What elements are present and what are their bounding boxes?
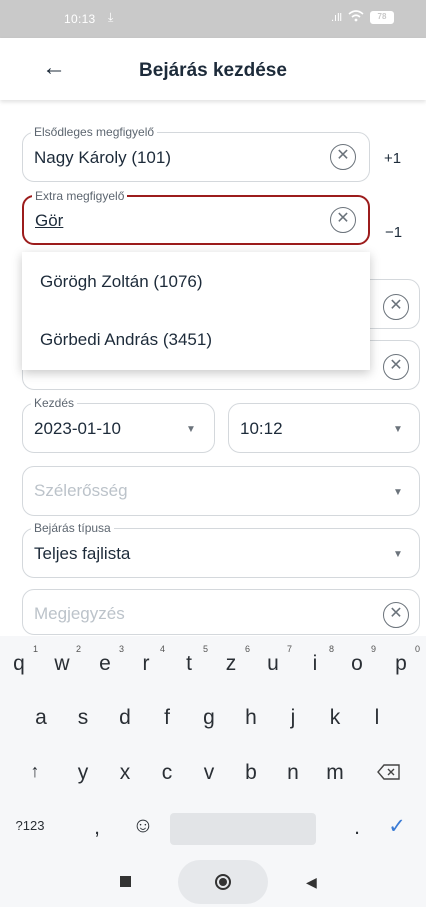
start-time-field[interactable]: 10:12 ▼	[228, 403, 420, 453]
start-date-field[interactable]: Kezdés 2023-01-10 ▼	[22, 396, 215, 453]
clear-field-3-icon[interactable]: ✕	[383, 294, 409, 320]
key-i[interactable]: i8	[302, 644, 334, 676]
primary-observer-value: Nagy Károly (101)	[34, 148, 172, 167]
wifi-icon	[348, 10, 364, 25]
key-u[interactable]: u7	[260, 644, 292, 676]
chevron-down-icon: ▼	[393, 424, 403, 435]
key-h[interactable]: h	[238, 706, 264, 730]
clear-field-4-icon[interactable]: ✕	[383, 354, 409, 380]
emoji-icon[interactable]: ☺	[130, 814, 156, 838]
key-a[interactable]: a	[28, 706, 54, 730]
keyboard-row-4: ?123 , ☺ . ✓	[0, 804, 426, 856]
home-icon	[215, 874, 231, 890]
suggestion-dropdown: Görögh Zoltán (1076) Görbedi András (345…	[22, 252, 370, 370]
keyboard-row-2: a s d f g h j k l	[0, 694, 426, 734]
note-placeholder: Megjegyzés	[34, 604, 125, 623]
key-q[interactable]: q1	[6, 644, 38, 676]
key-k[interactable]: k	[322, 706, 348, 730]
key-d[interactable]: d	[112, 706, 138, 730]
key-e[interactable]: e3	[92, 644, 124, 676]
add-observer-button[interactable]: +1	[384, 150, 401, 167]
extra-observer-field[interactable]: Extra megfigyelő Gör ✕	[22, 189, 370, 245]
key-l[interactable]: l	[364, 706, 390, 730]
suggestion-item[interactable]: Görbedi András (3451)	[40, 330, 212, 350]
clear-note-icon[interactable]: ✕	[383, 602, 409, 628]
extra-observer-label: Extra megfigyelő	[32, 189, 128, 203]
start-label: Kezdés	[31, 396, 78, 410]
key-g[interactable]: g	[196, 706, 222, 730]
start-date-value: 2023-01-10	[34, 419, 121, 438]
symbols-key[interactable]: ?123	[8, 818, 52, 833]
space-bar[interactable]	[170, 813, 316, 845]
key-c[interactable]: c	[154, 761, 180, 785]
home-button[interactable]	[178, 860, 268, 904]
remove-observer-button[interactable]: −1	[385, 224, 402, 241]
key-w[interactable]: w2	[49, 644, 81, 676]
key-z[interactable]: z6	[218, 644, 250, 676]
key-s[interactable]: s	[70, 706, 96, 730]
extra-observer-input[interactable]: Gör	[35, 211, 63, 231]
back-icon[interactable]: ◀	[306, 874, 317, 891]
clear-primary-observer-icon[interactable]: ✕	[330, 144, 356, 170]
key-b[interactable]: b	[238, 761, 264, 785]
status-icons: .ıll 78	[331, 10, 394, 25]
keyboard-row-3: ↑ y x c v b n m	[0, 749, 426, 789]
key-x[interactable]: x	[112, 761, 138, 785]
comma-key[interactable]: ,	[84, 816, 110, 840]
status-time: 10:13	[64, 12, 96, 26]
key-r[interactable]: r4	[133, 644, 166, 676]
survey-type-value: Teljes fajlista	[34, 544, 131, 563]
backspace-icon[interactable]	[372, 762, 406, 786]
key-o[interactable]: o9	[344, 644, 376, 676]
app-bar: ← Bejárás kezdése	[0, 38, 426, 100]
key-f[interactable]: f	[154, 706, 180, 730]
survey-type-select[interactable]: Bejárás típusa Teljes fajlista ▼	[22, 521, 420, 578]
key-y[interactable]: y	[70, 761, 96, 785]
status-bar: 10:13 ⤓ .ıll 78	[0, 0, 426, 38]
primary-observer-field[interactable]: Elsődleges megfigyelő Nagy Károly (101) …	[22, 125, 370, 182]
wind-strength-select[interactable]: Szélerősség ▼	[22, 466, 420, 516]
key-m[interactable]: m	[322, 761, 348, 785]
keyboard-row-1: q1 w2 e3 r4 t5 z6 u7 i8 o9 p0	[0, 640, 426, 680]
key-t[interactable]: t5	[176, 644, 208, 676]
recents-icon[interactable]	[120, 876, 131, 887]
survey-type-label: Bejárás típusa	[31, 521, 114, 535]
start-time-value: 10:12	[240, 419, 283, 438]
period-key[interactable]: .	[344, 816, 370, 840]
shift-icon[interactable]: ↑	[22, 761, 48, 782]
wind-strength-placeholder: Szélerősség	[34, 481, 128, 500]
chevron-down-icon: ▼	[186, 424, 196, 435]
checkmark-icon[interactable]: ✓	[384, 814, 410, 839]
primary-observer-label: Elsődleges megfigyelő	[31, 125, 158, 139]
note-field[interactable]: Megjegyzés ✕	[22, 589, 420, 635]
page-title: Bejárás kezdése	[139, 60, 287, 81]
key-j[interactable]: j	[280, 706, 306, 730]
suggestion-item[interactable]: Görögh Zoltán (1076)	[40, 272, 203, 292]
key-n[interactable]: n	[280, 761, 306, 785]
clear-extra-observer-icon[interactable]: ✕	[330, 207, 356, 233]
battery-icon: 78	[370, 11, 394, 24]
download-icon: ⤓	[108, 10, 114, 24]
system-nav-bar: ◀	[0, 860, 426, 907]
signal-icon: .ıll	[331, 11, 342, 24]
key-v[interactable]: v	[196, 761, 222, 785]
chevron-down-icon: ▼	[393, 549, 403, 560]
key-p[interactable]: p0	[388, 644, 420, 676]
chevron-down-icon: ▼	[393, 487, 403, 498]
